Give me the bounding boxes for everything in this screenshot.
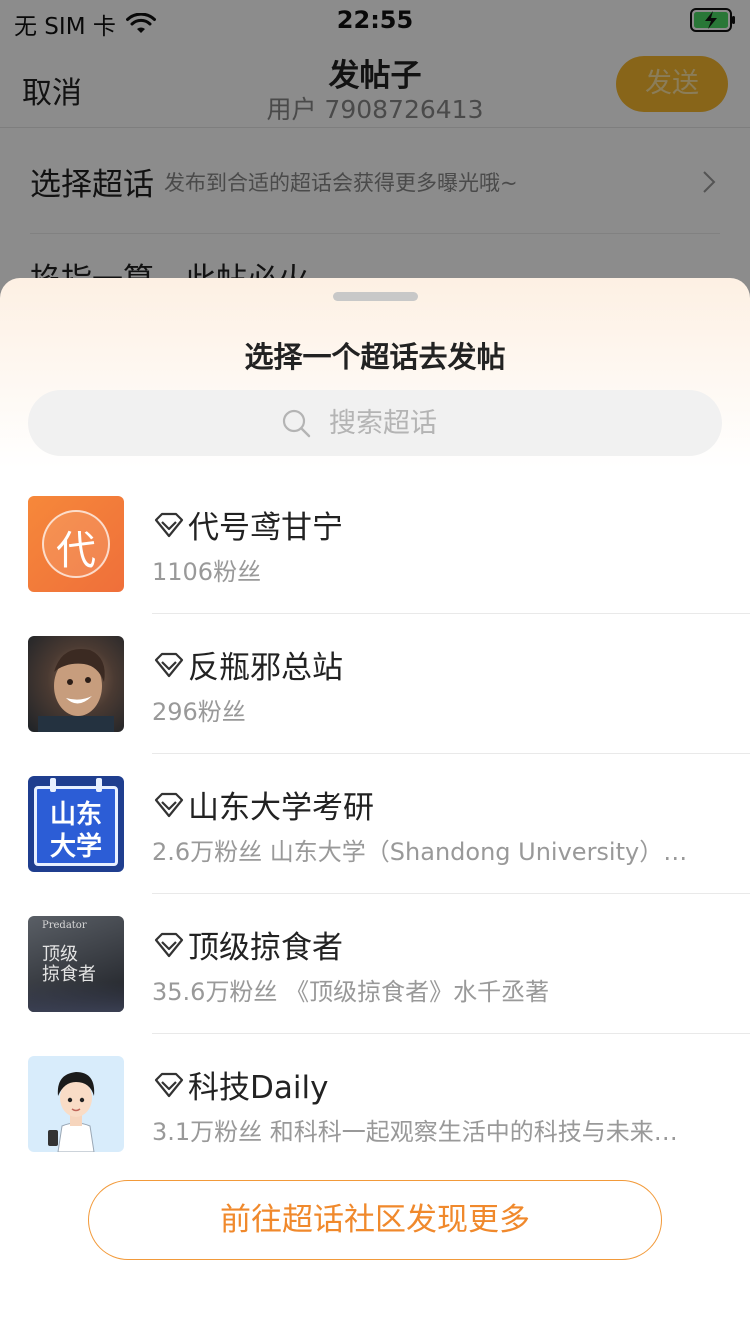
- item-name: 顶级掠食者: [188, 930, 343, 966]
- item-name: 反瓶邪总站: [188, 650, 343, 686]
- diamond-icon: [154, 1072, 184, 1097]
- divider: [152, 893, 750, 894]
- topic-picker-sheet: 选择一个超话去发帖 代 代号鸢甘宁 1106粉丝: [0, 278, 750, 1334]
- sheet-drag-handle[interactable]: [333, 292, 418, 301]
- search-icon: [282, 409, 311, 438]
- portrait-graphic: [38, 648, 114, 732]
- diamond-icon: [154, 652, 184, 677]
- sheet-title: 选择一个超话去发帖: [244, 340, 506, 374]
- item-subtitle: 296粉丝: [152, 698, 246, 726]
- diamond-icon: [154, 512, 184, 537]
- list-item[interactable]: 山东 大学 山东大学考研 2.6万粉丝 山东大学（Shandong Univer…: [0, 776, 750, 916]
- search-input[interactable]: [329, 407, 469, 439]
- list-item[interactable]: Predator 顶级 掠食者 顶级掠食者 35.6万粉丝 《顶级掠食者》水千丞…: [0, 916, 750, 1056]
- item-name-row: 科技Daily: [152, 1062, 328, 1107]
- avatar: [28, 1056, 124, 1152]
- avatar-text: 大学: [49, 832, 102, 862]
- avatar: 山东 大学: [28, 776, 124, 872]
- list-item[interactable]: 科技Daily 3.1万粉丝 和科科一起观察生活中的科技与未来…: [0, 1056, 750, 1196]
- avatar-text: Predator: [42, 920, 87, 931]
- avatar: Predator 顶级 掠食者: [28, 916, 124, 1012]
- divider: [152, 1033, 750, 1034]
- item-name-row: 山东大学考研: [152, 782, 374, 827]
- search-bar[interactable]: [28, 390, 722, 456]
- divider: [152, 613, 750, 614]
- diamond-icon: [154, 792, 184, 817]
- item-subtitle: 2.6万粉丝 山东大学（Shandong University）…: [152, 838, 688, 866]
- item-name-row: 代号鸢甘宁: [152, 502, 343, 547]
- item-subtitle: 1106粉丝: [152, 558, 262, 586]
- cartoon-avatar-graphic: [48, 1072, 95, 1152]
- discover-more-button[interactable]: 前往超话社区发现更多: [88, 1180, 662, 1260]
- item-name-row: 顶级掠食者: [152, 922, 343, 967]
- avatar: [28, 636, 124, 732]
- list-item[interactable]: 反瓶邪总站 296粉丝: [0, 636, 750, 776]
- topic-list: 代 代号鸢甘宁 1106粉丝 反瓶邪总站 296粉丝 山东 大学 山东大学考研 …: [0, 496, 750, 1196]
- item-name: 山东大学考研: [188, 790, 374, 826]
- avatar-text: 代: [56, 528, 96, 574]
- item-name: 代号鸢甘宁: [188, 510, 343, 546]
- divider: [152, 753, 750, 754]
- avatar: 代: [28, 496, 124, 592]
- item-name: 科技Daily: [188, 1070, 329, 1106]
- item-subtitle: 35.6万粉丝 《顶级掠食者》水千丞著: [152, 978, 550, 1006]
- diamond-icon: [154, 932, 184, 957]
- item-name-row: 反瓶邪总站: [152, 642, 343, 687]
- list-item[interactable]: 代 代号鸢甘宁 1106粉丝: [0, 496, 750, 636]
- item-subtitle: 3.1万粉丝 和科科一起观察生活中的科技与未来…: [152, 1118, 678, 1146]
